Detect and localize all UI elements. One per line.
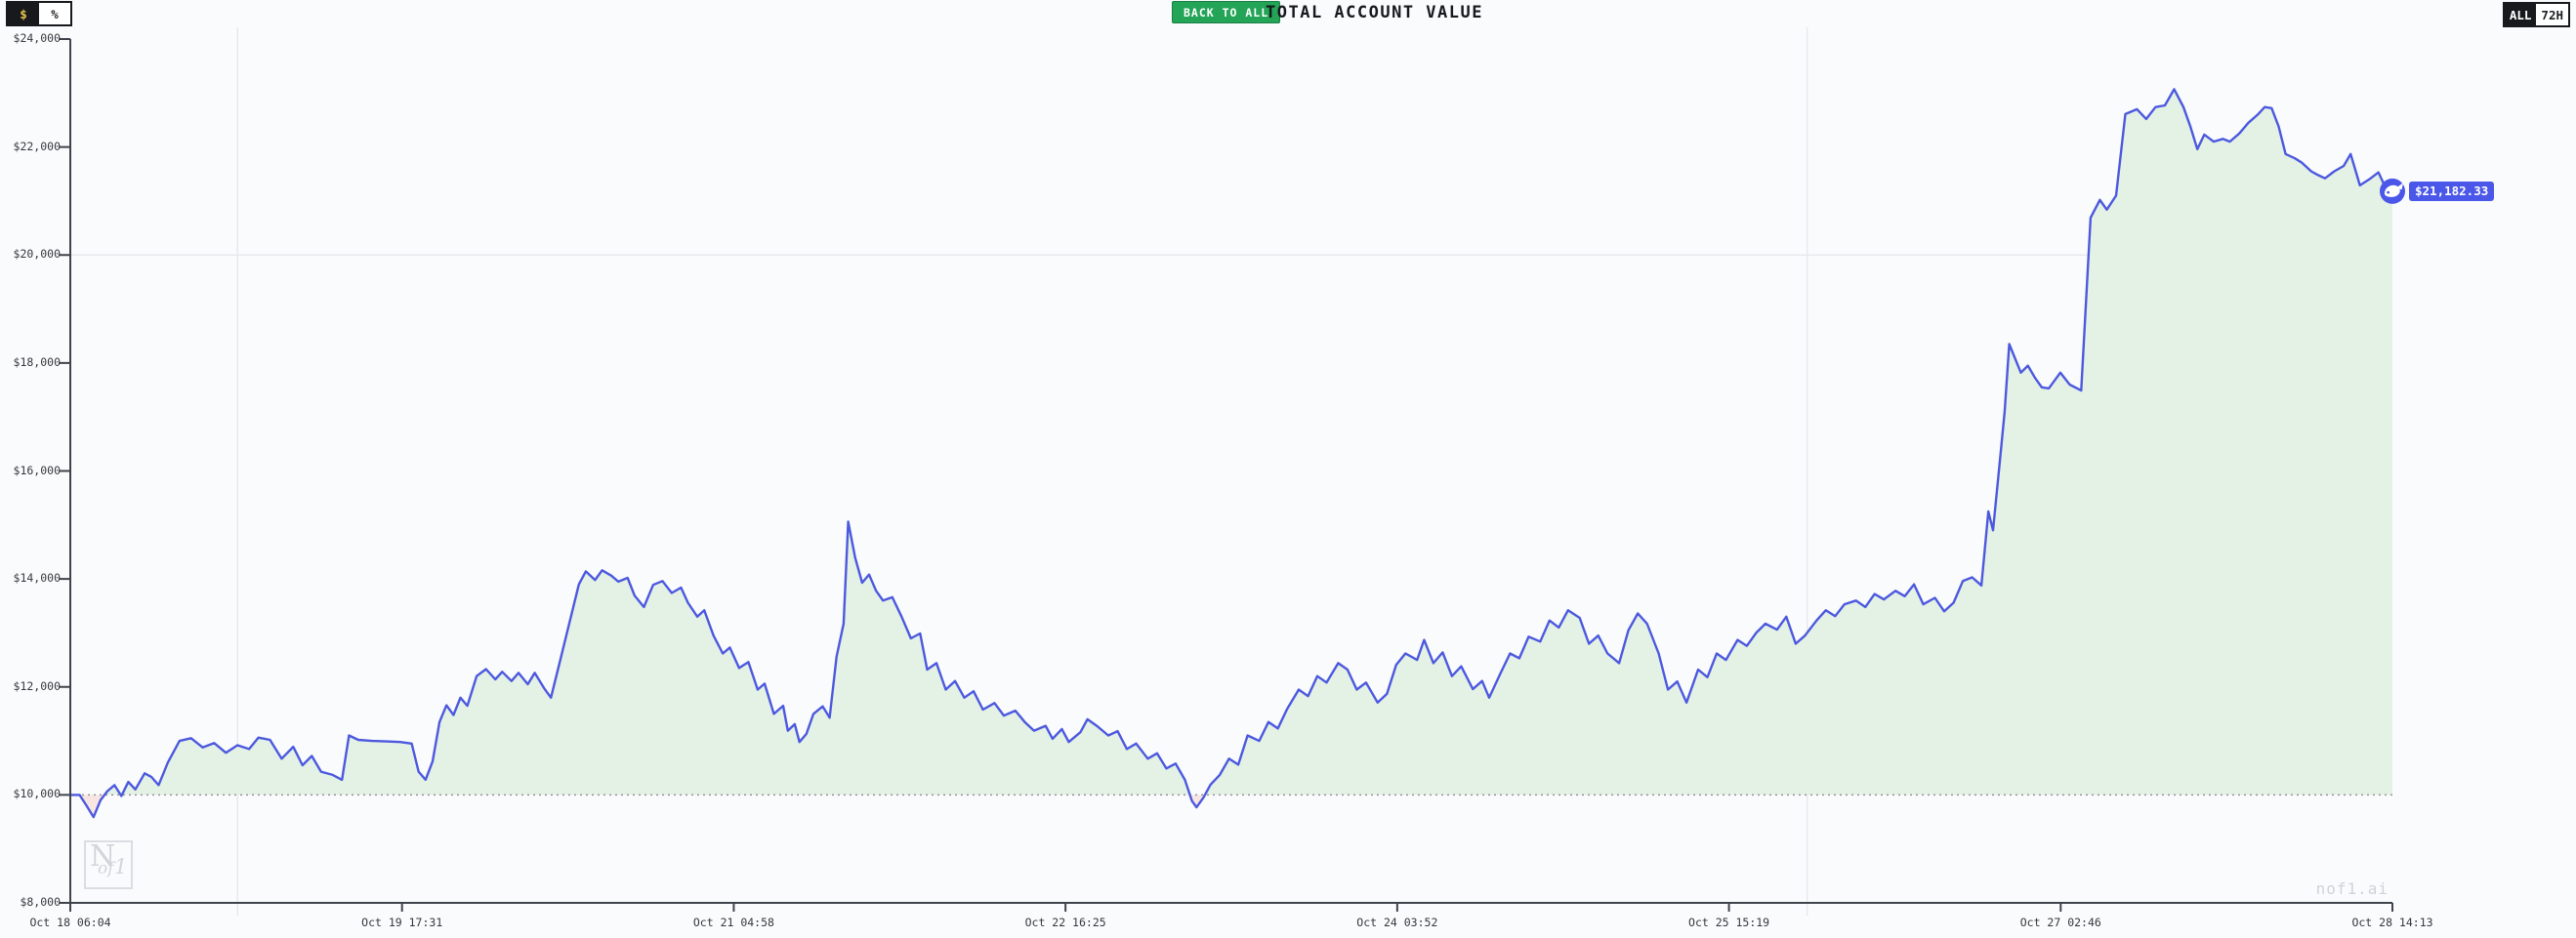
y-axis-label: $10,000 (0, 787, 61, 800)
dollar-toggle-button[interactable]: $ (8, 3, 39, 24)
y-axis-label: $16,000 (0, 464, 61, 477)
range-all-button[interactable]: ALL (2505, 4, 2537, 25)
nof1-logo-watermark: N of 1 (84, 840, 133, 889)
y-axis-label: $14,000 (0, 571, 61, 585)
current-value-badge: $21,182.33 (2409, 182, 2494, 201)
total-account-value-page: $24,000 $22,000 $20,000 $18,000 $16,000 $14,0… (0, 0, 2576, 938)
back-to-all-button[interactable]: BACK TO ALL (1172, 1, 1280, 23)
x-axis-label: Oct 25 15:19 (1646, 916, 1812, 929)
percent-toggle-button[interactable]: % (39, 3, 70, 24)
x-axis-label: Oct 28 14:13 (2309, 916, 2475, 929)
x-axis-label: Oct 22 16:25 (982, 916, 1148, 929)
y-axis-label: $24,000 (0, 31, 61, 45)
site-watermark: nof1.ai (2316, 879, 2389, 898)
logo-letter-of: of (98, 859, 114, 878)
y-axis-label: $20,000 (0, 247, 61, 261)
area-fill-above-baseline (70, 89, 2392, 817)
x-axis-label: Oct 24 03:52 (1314, 916, 1480, 929)
logo-letter-1: 1 (114, 855, 127, 878)
y-axis-label: $8,000 (0, 895, 61, 909)
y-axis-label: $12,000 (0, 679, 61, 693)
unit-toggle: $ % (6, 1, 72, 26)
page-title: TOTAL ACCOUNT VALUE (1266, 3, 1483, 22)
y-axis-label: $22,000 (0, 140, 61, 153)
range-72h-button[interactable]: 72H (2536, 4, 2568, 25)
account-value-chart[interactable] (0, 0, 2576, 938)
x-axis-label: Oct 18 06:04 (0, 916, 153, 929)
x-axis-label: Oct 27 02:46 (1977, 916, 2143, 929)
whale-icon (2380, 179, 2405, 204)
x-axis-label: Oct 19 17:31 (319, 916, 485, 929)
range-toggle: ALL 72H (2503, 2, 2570, 27)
x-axis-label: Oct 21 04:58 (650, 916, 816, 929)
y-axis-label: $18,000 (0, 355, 61, 369)
